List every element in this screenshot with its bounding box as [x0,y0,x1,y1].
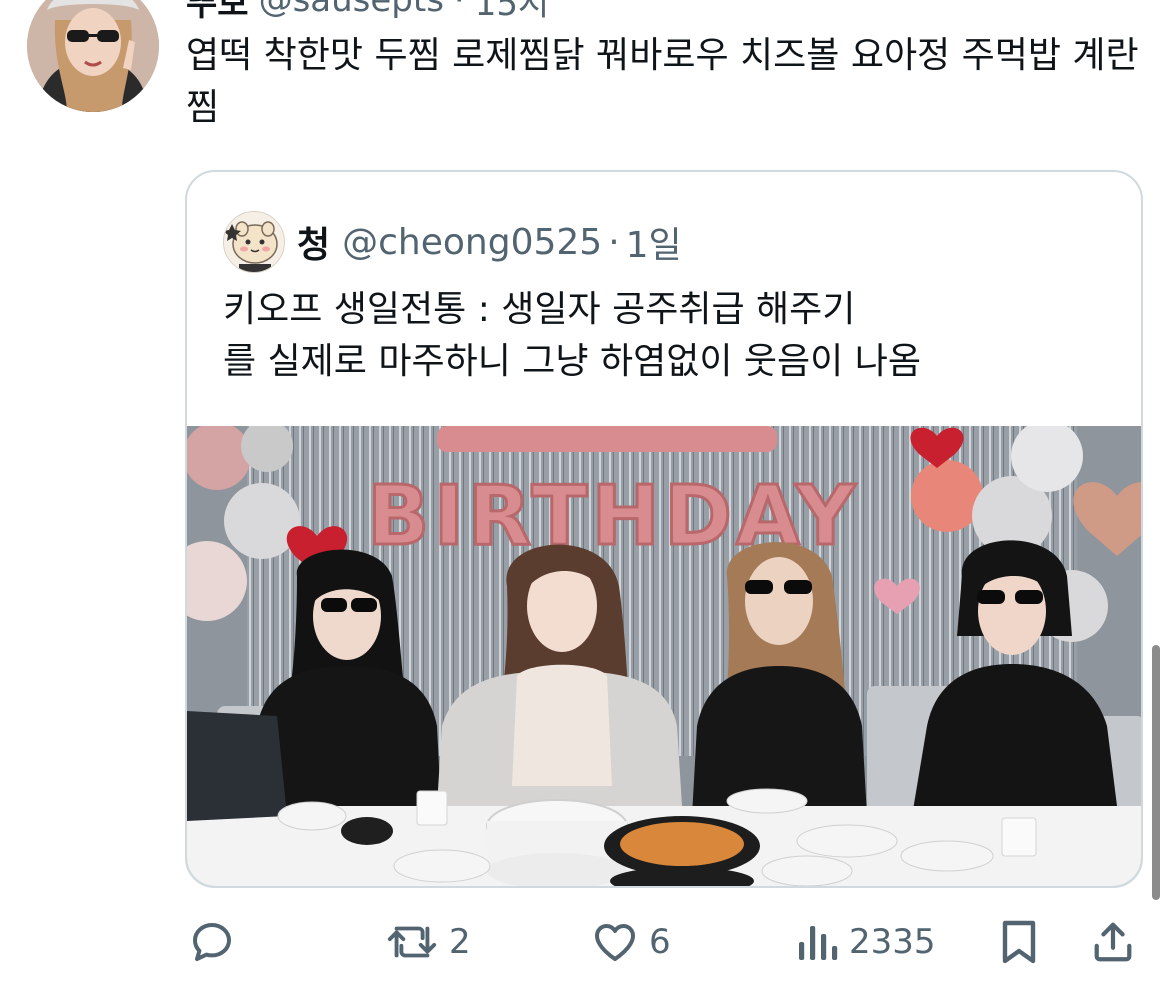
more-options-icon[interactable] [1094,0,1140,6]
retweet-button[interactable]: 2 [385,910,471,974]
bookmark-button[interactable] [997,910,1041,974]
tweet-time[interactable]: 15시 [475,0,550,25]
quoted-avatar-image [224,212,284,272]
author-avatar-image [27,0,159,112]
retweet-icon [387,926,437,958]
share-icon [1094,922,1132,962]
quoted-text-line-1: 키오프 생일전통 : 생일자 공주취급 해주기 [223,289,856,330]
quoted-tweet-time[interactable]: 1일 [626,216,682,268]
tweet-actions-bar: 2 6 2335 [0,910,1170,974]
quoted-author-name[interactable]: 청 [297,216,330,268]
like-count: 6 [649,922,671,962]
scrollbar-thumb[interactable] [1152,645,1160,900]
author-avatar[interactable] [27,0,159,112]
tweet-header: 뚜보 @sausepts · 15시 [186,0,549,24]
retweet-count: 2 [449,922,471,962]
quoted-tweet-image[interactable]: BIRTHDAY [187,426,1141,886]
like-button[interactable]: 6 [591,910,671,974]
views-count: 2335 [849,922,936,962]
quoted-tweet-text: 키오프 생일전통 : 생일자 공주취급 해주기 를 실제로 마주하니 그냥 하염… [223,284,1103,388]
tweet-text: 엽떡 착한맛 두찜 로제찜닭 꿔바로우 치즈볼 요아정 주먹밥 계란찜 [186,35,1139,128]
reply-icon [193,923,231,961]
header-separator: · [453,0,465,20]
author-handle[interactable]: @sausepts [259,0,444,20]
quoted-tweet-card[interactable]: 청 @cheong0525 · 1일 키오프 생일전통 : 생일자 공주취급 해… [185,170,1143,888]
birthday-party-photo: BIRTHDAY [187,426,1141,886]
quoted-text-line-2: 를 실제로 마주하니 그냥 하염없이 웃음이 나옴 [223,341,921,382]
reply-button[interactable] [188,910,236,974]
quoted-author-handle[interactable]: @cheong0525 [342,222,602,263]
views-button[interactable]: 2335 [795,910,936,974]
author-name[interactable]: 뚜보 [186,0,249,25]
bookmark-icon [1002,920,1036,964]
share-button[interactable] [1090,910,1136,974]
quoted-author-avatar[interactable] [223,211,285,273]
views-icon [799,926,838,960]
quoted-header-separator: · [608,221,620,263]
heart-icon [595,924,635,961]
quoted-tweet-header: 청 @cheong0525 · 1일 [223,210,682,274]
